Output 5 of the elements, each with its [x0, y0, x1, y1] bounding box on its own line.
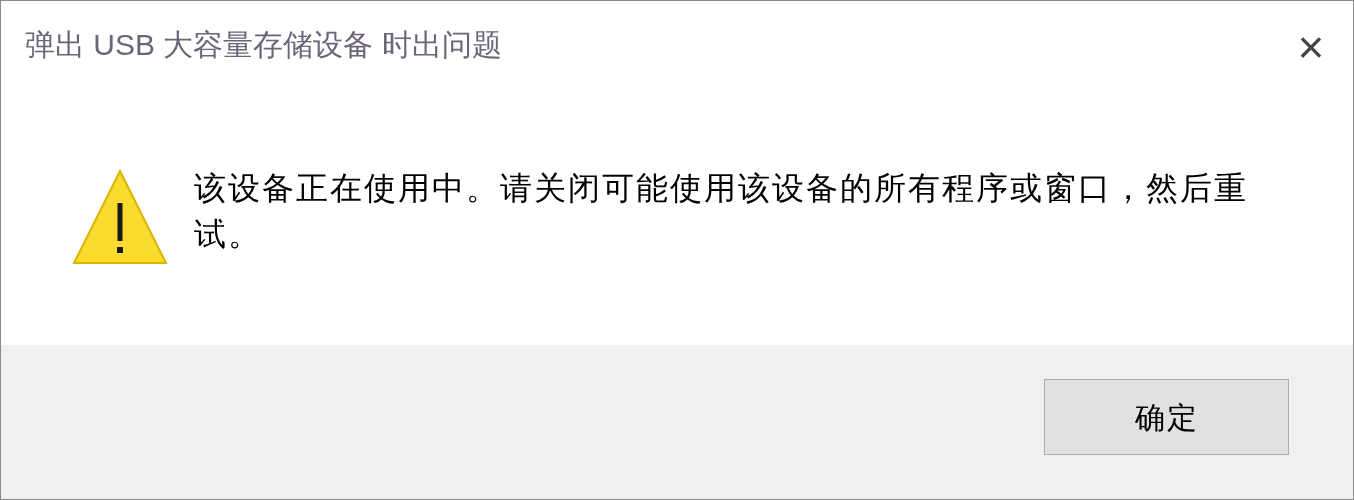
message-text: 该设备正在使用中。请关闭可能使用该设备的所有程序或窗口，然后重试。 [194, 169, 1249, 254]
close-button[interactable]: × [1289, 25, 1333, 69]
ok-button[interactable]: 确定 [1044, 379, 1289, 455]
window-title: 弹出 USB 大容量存储设备 时出问题 [25, 27, 502, 63]
warning-icon [72, 169, 168, 265]
